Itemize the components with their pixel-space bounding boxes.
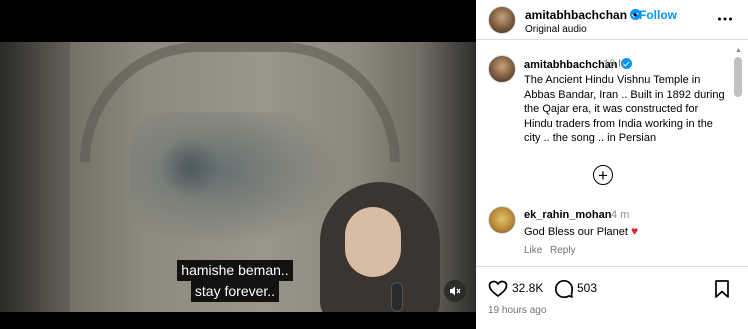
mute-button[interactable] [444, 280, 466, 302]
subtitle-line-2: stay forever.. [190, 281, 280, 302]
commenter-username[interactable]: ek_rahin_mohan [524, 209, 611, 221]
comments-section[interactable]: ▲ amitabhbachchan 19 h The Ancient Hindu… [476, 41, 748, 265]
speaker-muted-icon [450, 286, 461, 296]
caption-time: 19 h [603, 58, 625, 70]
load-more-comments-button[interactable]: + [593, 165, 613, 185]
more-options-icon[interactable] [716, 10, 734, 28]
singer-face [345, 207, 401, 277]
temple-pillar-left [0, 42, 70, 312]
post-timestamp[interactable]: 19 hours ago [488, 305, 546, 316]
comment-reply-link[interactable]: Reply [550, 245, 576, 256]
video-pane[interactable]: hamishe beman.. stay forever.. [0, 0, 476, 329]
comment-bubble-icon [554, 279, 574, 299]
follow-button[interactable]: Follow [639, 8, 677, 22]
comment-button[interactable] [554, 279, 574, 299]
comment-text: God Bless our Planet ♥ [524, 224, 639, 238]
post-side-panel: amitabhbachchan • Follow Original audio … [476, 0, 748, 329]
comment-like-link[interactable]: Like [524, 245, 542, 256]
red-heart-emoji: ♥ [631, 224, 639, 238]
mural-figure [160, 137, 220, 197]
bookmark-icon [715, 280, 729, 298]
comments-count: 503 [577, 281, 598, 295]
like-button[interactable] [488, 279, 508, 299]
commenter-avatar[interactable] [488, 206, 516, 234]
scroll-up-arrow-icon[interactable]: ▲ [735, 47, 742, 54]
microphone [391, 282, 403, 312]
audio-label[interactable]: Original audio [525, 24, 587, 35]
caption-avatar[interactable] [488, 55, 516, 83]
separator-dot: • [633, 8, 638, 22]
author-username[interactable]: amitabhbachchan [525, 8, 642, 22]
subtitle-line-1: hamishe beman.. [177, 260, 293, 281]
save-button[interactable] [712, 279, 732, 299]
author-avatar[interactable] [488, 6, 516, 34]
heart-icon [488, 280, 508, 298]
scrollbar-thumb[interactable] [734, 57, 742, 97]
post-header: amitabhbachchan • Follow Original audio [476, 0, 748, 40]
comment-time: 4 m [611, 209, 630, 221]
likes-count[interactable]: 32.8K [512, 281, 543, 295]
caption-text: The Ancient Hindu Vishnu Temple in Abbas… [524, 74, 725, 144]
video-subtitle: hamishe beman.. stay forever.. [175, 260, 295, 302]
post-actions: 32.8K 503 19 hours ago [476, 266, 748, 329]
